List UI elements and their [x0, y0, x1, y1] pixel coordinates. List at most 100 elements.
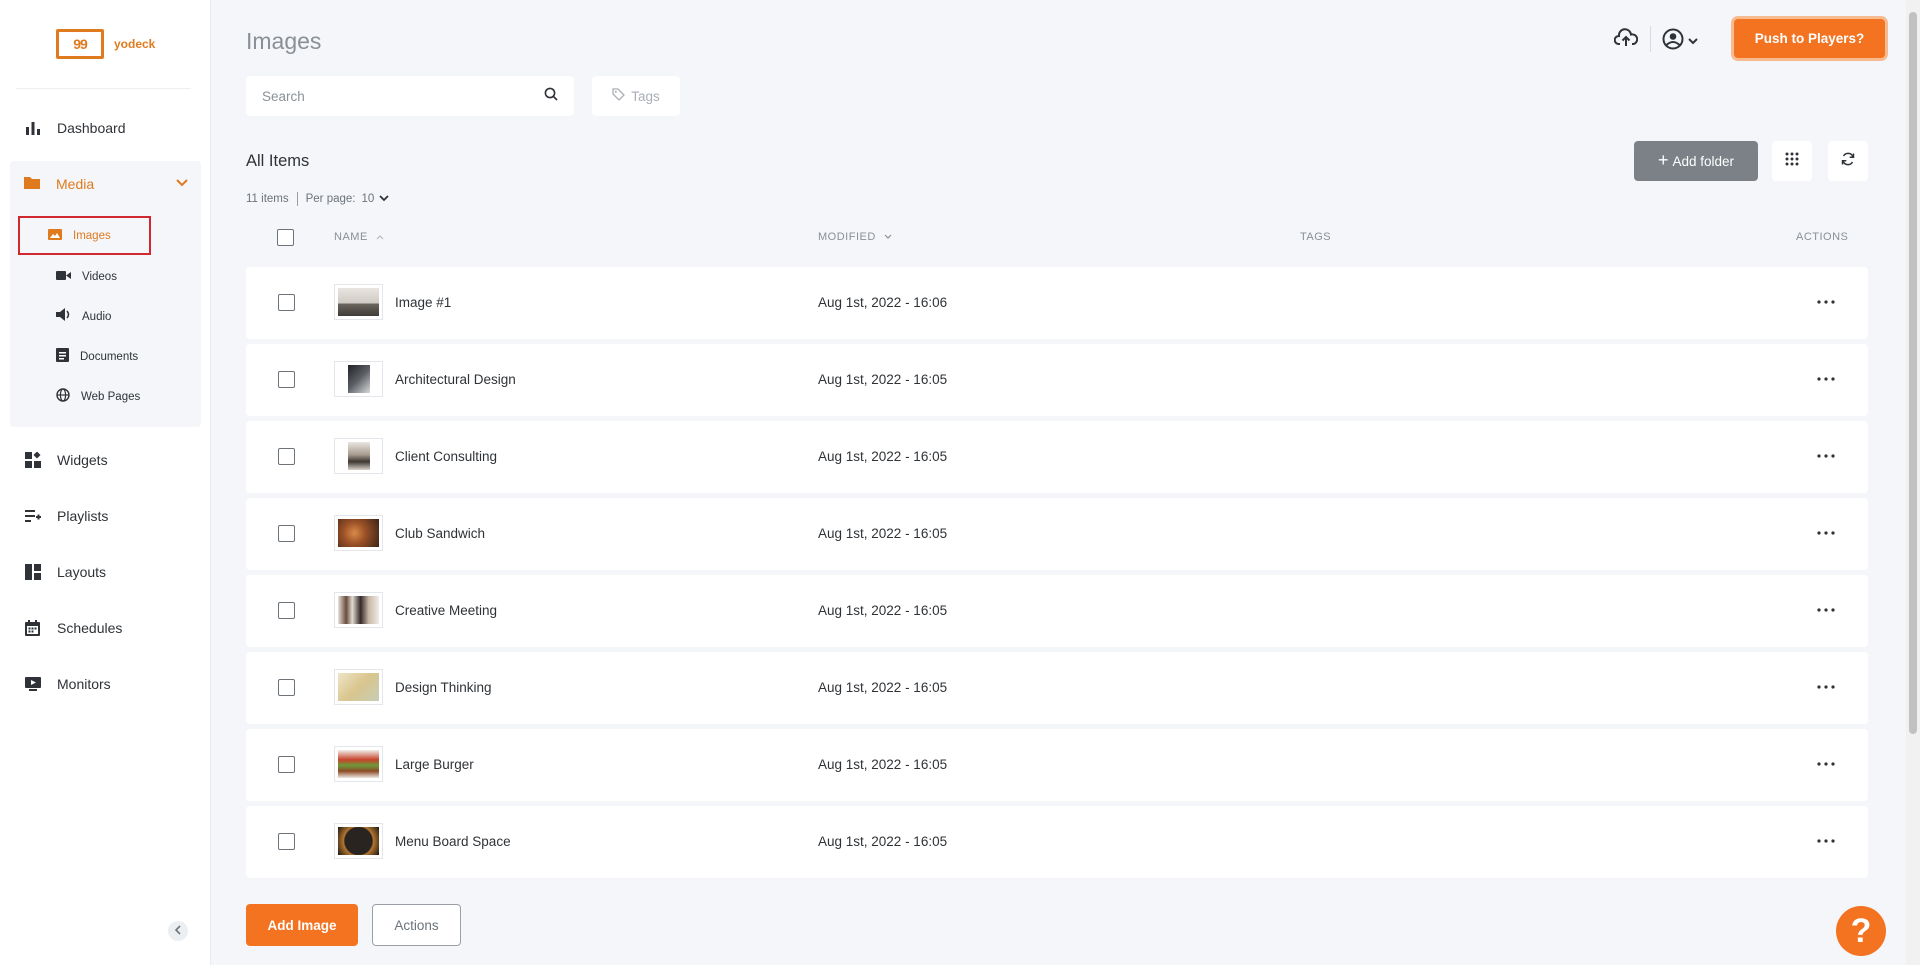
thumbnail[interactable] [334, 515, 383, 551]
item-count: 11 items [246, 193, 289, 205]
row-checkbox[interactable] [278, 448, 295, 465]
item-modified: Aug 1st, 2022 - 16:05 [818, 372, 948, 387]
more-actions-icon[interactable] [1811, 755, 1841, 773]
item-name[interactable]: Large Burger [395, 757, 474, 772]
item-name[interactable]: Menu Board Space [395, 834, 511, 849]
scrollbar[interactable] [1906, 0, 1920, 965]
search-icon[interactable] [544, 87, 558, 106]
sidebar-item-playlists[interactable]: Playlists [0, 488, 211, 544]
thumbnail[interactable] [334, 284, 383, 320]
thumbnail[interactable] [334, 592, 383, 628]
item-modified: Aug 1st, 2022 - 16:06 [818, 295, 948, 310]
table-row: Design Thinking Aug 1st, 2022 - 16:05 [246, 652, 1868, 724]
divider [16, 88, 191, 89]
table-row: Club Sandwich Aug 1st, 2022 - 16:05 [246, 498, 1868, 570]
folder-icon [24, 175, 40, 194]
item-name[interactable]: Image #1 [395, 295, 451, 310]
divider [1650, 26, 1651, 52]
table-header: NAME MODIFIED TAGS ACTIONS [246, 222, 1868, 252]
table-row: Image #1 Aug 1st, 2022 - 16:06 [246, 267, 1868, 339]
push-to-players-button[interactable]: Push to Players? [1734, 19, 1885, 58]
item-name[interactable]: Creative Meeting [395, 603, 497, 618]
row-checkbox[interactable] [278, 294, 295, 311]
logo-text: yodeck [114, 37, 156, 51]
help-icon: ? [1850, 911, 1872, 950]
sidebar-item-label: Playlists [57, 508, 109, 524]
sidebar-item-schedules[interactable]: Schedules [0, 600, 211, 656]
bulk-actions-button[interactable]: Actions [372, 904, 461, 946]
item-name[interactable]: Design Thinking [395, 680, 492, 695]
select-all-checkbox[interactable] [277, 229, 294, 246]
refresh-button[interactable] [1828, 141, 1868, 181]
cloud-upload-icon[interactable] [1613, 28, 1639, 53]
user-menu[interactable] [1662, 28, 1699, 55]
column-header-modified[interactable]: MODIFIED [818, 231, 892, 243]
grid-view-button[interactable] [1772, 141, 1812, 181]
thumbnail[interactable] [334, 669, 383, 705]
row-checkbox[interactable] [278, 756, 295, 773]
globe-icon [56, 387, 70, 407]
sidebar-subitem-videos[interactable]: Videos [44, 259, 174, 295]
tags-filter-button[interactable]: Tags [592, 76, 680, 116]
per-page-label: Per page: [305, 193, 356, 205]
item-modified: Aug 1st, 2022 - 16:05 [818, 680, 948, 695]
item-name[interactable]: Architectural Design [395, 372, 516, 387]
sidebar-subitem-web-pages[interactable]: Web Pages [44, 379, 174, 415]
sidebar-collapse-button[interactable] [168, 921, 188, 941]
sort-down-icon [884, 231, 892, 243]
sidebar-item-label: Layouts [57, 564, 107, 580]
column-header-tags: TAGS [1300, 231, 1331, 243]
sidebar-item-monitors[interactable]: Monitors [0, 656, 211, 712]
thumbnail[interactable] [334, 361, 383, 397]
table-row: Menu Board Space Aug 1st, 2022 - 16:05 [246, 806, 1868, 878]
scrollbar-thumb[interactable] [1909, 12, 1917, 734]
add-folder-label: Add folder [1672, 153, 1735, 169]
thumbnail[interactable] [334, 746, 383, 782]
thumbnail[interactable] [334, 438, 383, 474]
row-checkbox[interactable] [278, 525, 295, 542]
add-folder-button[interactable]: + Add folder [1634, 141, 1758, 181]
per-page-select[interactable]: Per page: 10 [306, 193, 391, 206]
row-checkbox[interactable] [278, 371, 295, 388]
sidebar-item-layouts[interactable]: Layouts [0, 544, 211, 600]
more-actions-icon[interactable] [1811, 678, 1841, 696]
more-actions-icon[interactable] [1811, 601, 1841, 619]
sidebar-subitem-audio[interactable]: Audio [44, 299, 174, 335]
more-actions-icon[interactable] [1811, 293, 1841, 311]
sidebar-subitem-images[interactable]: Images [18, 216, 151, 255]
thumbnail[interactable] [334, 823, 383, 859]
logo[interactable]: 99 yodeck [56, 29, 155, 59]
more-actions-icon[interactable] [1811, 447, 1841, 465]
sidebar-item-label: Dashboard [57, 120, 126, 136]
playlist-add-icon [24, 508, 41, 525]
grid-icon [1785, 152, 1799, 171]
more-actions-icon[interactable] [1811, 832, 1841, 850]
search-input[interactable] [262, 88, 544, 104]
more-actions-icon[interactable] [1811, 370, 1841, 388]
item-name[interactable]: Club Sandwich [395, 526, 485, 541]
table-row: Creative Meeting Aug 1st, 2022 - 16:05 [246, 575, 1868, 647]
row-checkbox[interactable] [278, 679, 295, 696]
sidebar-subitem-label: Audio [82, 311, 112, 323]
row-checkbox[interactable] [278, 602, 295, 619]
row-checkbox[interactable] [278, 833, 295, 850]
sidebar-item-dashboard[interactable]: Dashboard [0, 100, 211, 156]
sidebar-item-label: Widgets [57, 452, 108, 468]
sidebar-item-media[interactable]: Media [10, 161, 201, 207]
tags-filter-label: Tags [631, 88, 660, 104]
chevron-down-icon[interactable] [175, 175, 189, 194]
more-actions-icon[interactable] [1811, 524, 1841, 542]
layout-icon [24, 564, 41, 581]
column-header-name[interactable]: NAME [334, 231, 384, 243]
add-image-button[interactable]: Add Image [246, 904, 358, 946]
image-icon [48, 227, 62, 245]
item-modified: Aug 1st, 2022 - 16:05 [818, 449, 948, 464]
chevron-down-icon [378, 193, 390, 206]
bar-chart-icon [24, 120, 41, 137]
sidebar-item-widgets[interactable]: Widgets [0, 432, 211, 488]
item-name[interactable]: Client Consulting [395, 449, 497, 464]
sidebar-subitem-documents[interactable]: Documents [44, 339, 174, 375]
chevron-down-icon [1687, 33, 1699, 51]
item-modified: Aug 1st, 2022 - 16:05 [818, 757, 948, 772]
help-button[interactable]: ? [1836, 906, 1886, 956]
